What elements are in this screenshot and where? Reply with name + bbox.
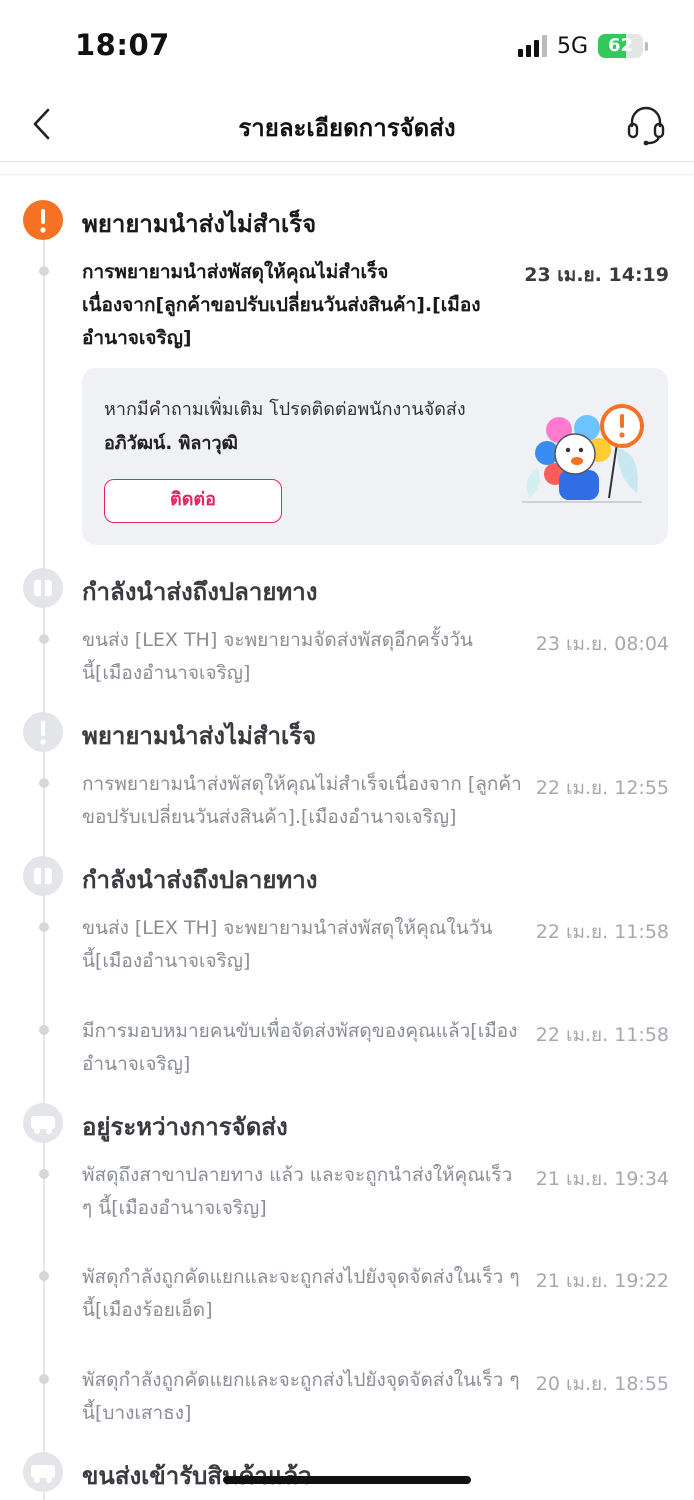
warning-icon [23,200,63,240]
status-indicators: 5G 62 [517,33,648,59]
battery-icon: 62 [598,34,643,58]
status-title: อยู่ระหว่างการจัดส่ง [82,1113,288,1141]
status-title: กำลังนำส่งถึงปลายทาง [82,866,318,894]
status-title: พยายามนำส่งไม่สำเร็จ [82,722,317,750]
event-text: ขนส่ง [LEX TH] จะพยายามนำส่งพัสดุให้คุณใ… [82,917,493,972]
event-time: 22 เม.ย. 11:58 [535,1024,669,1046]
headset-icon [627,106,665,146]
event-dot [39,1169,49,1179]
event-text: การพยายามนำส่งพัสดุให้คุณไม่สำเร็จ เนื่อ… [82,261,481,349]
home-indicator [223,1476,471,1484]
status-time: 18:07 [75,28,170,62]
event-time: 23 เม.ย. 08:04 [535,633,669,655]
event-time: 22 เม.ย. 11:58 [535,921,669,943]
app-header: รายละเอียดการจัดส่ง [0,90,694,162]
courier-name: อภิวัฒน์. พิลาวุฒิ [104,433,238,454]
event-text: พัสดุกำลังถูกคัดแยกและจะถูกส่งไปยังจุดจั… [82,1369,520,1424]
page-title: รายละเอียดการจัดส่ง [238,114,456,142]
status-bar: 18:07 5G 62 [0,0,694,90]
event-text: พัสดุกำลังถูกคัดแยกและจะถูกส่งไปยังจุดจั… [82,1266,520,1321]
parcel-icon [23,568,63,608]
event-dot [39,1271,49,1281]
event-time: 22 เม.ย. 12:55 [535,777,669,799]
event-text: พัสดุถึงสาขาปลายทาง แล้ว และจะถูกนำส่งให… [82,1164,513,1219]
event-time: 23 เม.ย. 14:19 [524,264,669,286]
mascot-illustration [522,404,644,503]
event-dot [39,1025,49,1035]
courier-contact-card: หากมีคำถามเพิ่มเติม โปรดติดต่อพนักงานจัด… [82,368,668,545]
truck-icon [23,1103,63,1143]
event-dot [39,634,49,644]
parcel-icon [23,856,63,896]
truck-icon [23,1452,63,1492]
header-divider [0,174,694,175]
event-text: ขนส่ง [LEX TH] จะพยายามจัดส่งพัสดุอีกครั… [82,629,473,684]
event-dot [39,266,49,276]
event-time: 20 เม.ย. 18:55 [535,1373,669,1395]
contact-button[interactable]: ติดต่อ [104,479,282,523]
event-dot [39,1374,49,1384]
event-time: 21 เม.ย. 19:34 [535,1168,669,1190]
event-dot [39,922,49,932]
network-type: 5G [556,33,588,59]
event-time: 21 เม.ย. 19:22 [535,1270,669,1292]
event-dot [39,778,49,788]
status-title: พยายามนำส่งไม่สำเร็จ [82,210,317,238]
battery-level: 62 [607,35,634,56]
card-message: หากมีคำถามเพิ่มเติม โปรดติดต่อพนักงานจัด… [104,399,466,420]
customer-support-button[interactable] [626,102,666,146]
event-text: การพยายามนำส่งพัสดุให้คุณไม่สำเร็จเนื่อง… [82,773,522,828]
signal-icon [517,35,547,57]
warning-icon [23,712,63,752]
status-title: กำลังนำส่งถึงปลายทาง [82,578,318,606]
event-text: มีการมอบหมายคนขับเพื่อจัดส่งพัสดุของคุณแ… [82,1020,518,1075]
